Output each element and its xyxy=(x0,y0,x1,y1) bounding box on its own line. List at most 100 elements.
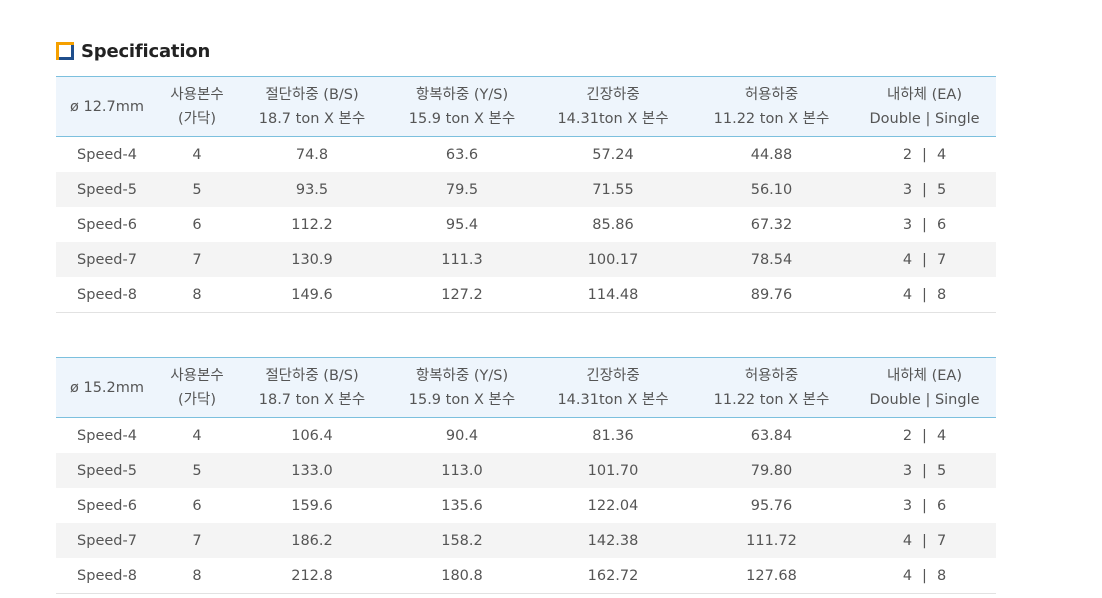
separator: | xyxy=(922,181,927,198)
table-row: Speed-6 6 159.6 135.6 122.04 95.76 3 | 6 xyxy=(56,488,996,523)
anchor-count-cell: 4 | 7 xyxy=(853,523,996,558)
allowable-load-cell: 79.80 xyxy=(750,462,793,479)
separator: | xyxy=(922,532,927,549)
allowable-load-cell: 56.10 xyxy=(750,181,793,198)
double-count: 3 xyxy=(902,462,913,479)
anchor-header: 내하체 (EA) Double | Single xyxy=(869,367,980,408)
diameter-header: ø 12.7mm xyxy=(69,98,144,115)
breaking-strength-cell: 159.6 xyxy=(291,497,333,514)
table-row: Speed-6 6 112.2 95.4 85.86 67.32 3 | 6 xyxy=(56,207,996,242)
section-title: Specification xyxy=(81,40,211,62)
tension-load-header: 긴장하중 14.31ton X 본수 xyxy=(557,86,669,127)
tension-load-cell: 85.86 xyxy=(592,216,634,233)
strand-count-cell: 8 xyxy=(192,286,202,303)
single-count: 7 xyxy=(936,532,947,549)
anchor-count-cell: 4 | 8 xyxy=(853,277,996,313)
allowable-load-cell: 44.88 xyxy=(750,146,793,163)
breaking-strength-cell: 74.8 xyxy=(295,146,329,163)
single-count: 4 xyxy=(936,427,947,444)
yield-strength-cell: 135.6 xyxy=(441,497,483,514)
anchor-count-cell: 2 | 4 xyxy=(853,418,996,454)
single-count: 5 xyxy=(936,181,947,198)
breaking-strength-cell: 93.5 xyxy=(295,181,329,198)
table-row: Speed-5 5 93.5 79.5 71.55 56.10 3 | 5 xyxy=(56,172,996,207)
breaking-strength-header: 절단하중 (B/S) 18.7 ton X 본수 xyxy=(258,86,366,127)
tension-load-header: 긴장하중 14.31ton X 본수 xyxy=(557,367,669,408)
allowable-load-cell: 78.54 xyxy=(750,251,793,268)
model-name-cell: Speed-6 xyxy=(77,216,137,233)
yield-strength-cell: 63.6 xyxy=(445,146,479,163)
double-count: 4 xyxy=(902,532,913,549)
allowable-load-cell: 89.76 xyxy=(750,286,793,303)
double-count: 2 xyxy=(902,146,913,163)
section-heading: Specification xyxy=(56,40,210,62)
tension-load-cell: 142.38 xyxy=(587,532,639,549)
table-header-row: ø 15.2mm 사용본수 (가닥) 절단하중 (B/S) 18.7 ton X 본… xyxy=(56,357,996,418)
yield-strength-cell: 90.4 xyxy=(445,427,479,444)
allowable-load-cell: 111.72 xyxy=(746,532,797,549)
single-count: 4 xyxy=(936,146,947,163)
double-count: 4 xyxy=(902,251,913,268)
strand-count-header: 사용본수 (가닥) xyxy=(170,367,224,408)
allowable-load-cell: 67.32 xyxy=(750,216,793,233)
allowable-load-header: 허용하중 11.22 ton X 본수 xyxy=(713,86,830,127)
separator: | xyxy=(922,427,927,444)
double-count: 3 xyxy=(902,181,913,198)
model-name-cell: Speed-4 xyxy=(77,427,137,444)
separator: | xyxy=(922,146,927,163)
spec-table-15-2mm: ø 15.2mm 사용본수 (가닥) 절단하중 (B/S) 18.7 ton X 본… xyxy=(56,357,996,594)
strand-count-cell: 4 xyxy=(192,146,202,163)
strand-count-cell: 6 xyxy=(192,216,202,233)
single-count: 8 xyxy=(936,286,947,303)
tension-load-cell: 57.24 xyxy=(592,146,634,163)
breaking-strength-cell: 133.0 xyxy=(291,462,333,479)
table-row: Speed-7 7 186.2 158.2 142.38 111.72 4 | 7 xyxy=(56,523,996,558)
separator: | xyxy=(922,286,927,303)
anchor-count-cell: 2 | 4 xyxy=(853,137,996,173)
anchor-count-cell: 3 | 6 xyxy=(853,207,996,242)
single-count: 6 xyxy=(936,216,947,233)
yield-strength-cell: 127.2 xyxy=(441,286,483,303)
model-name-cell: Speed-7 xyxy=(77,251,137,268)
tension-load-cell: 114.48 xyxy=(587,286,639,303)
separator: | xyxy=(922,216,927,233)
anchor-header: 내하체 (EA) Double | Single xyxy=(869,86,980,127)
strand-count-cell: 7 xyxy=(192,532,202,549)
table-row: Speed-8 8 212.8 180.8 162.72 127.68 4 | 8 xyxy=(56,558,996,594)
double-count: 3 xyxy=(902,497,913,514)
breaking-strength-cell: 186.2 xyxy=(291,532,333,549)
table-row: Speed-8 8 149.6 127.2 114.48 89.76 4 | 8 xyxy=(56,277,996,313)
tension-load-cell: 100.17 xyxy=(587,251,639,268)
model-name-cell: Speed-8 xyxy=(77,286,137,303)
single-count: 8 xyxy=(936,567,947,584)
model-name-cell: Speed-6 xyxy=(77,497,137,514)
strand-count-cell: 5 xyxy=(192,181,202,198)
allowable-load-cell: 127.68 xyxy=(746,567,797,584)
strand-count-cell: 7 xyxy=(192,251,202,268)
model-name-cell: Speed-4 xyxy=(77,146,137,163)
breaking-strength-cell: 112.2 xyxy=(291,216,333,233)
strand-count-cell: 4 xyxy=(192,427,202,444)
yield-strength-cell: 113.0 xyxy=(441,462,483,479)
breaking-strength-header: 절단하중 (B/S) 18.7 ton X 본수 xyxy=(258,367,366,408)
breaking-strength-cell: 149.6 xyxy=(291,286,333,303)
square-icon xyxy=(56,42,74,60)
spec-table-12-7mm: ø 12.7mm 사용본수 (가닥) 절단하중 (B/S) 18.7 ton X 본… xyxy=(56,76,996,313)
strand-count-cell: 5 xyxy=(192,462,202,479)
yield-strength-cell: 180.8 xyxy=(441,567,483,584)
yield-strength-cell: 111.3 xyxy=(441,251,483,268)
strand-count-cell: 8 xyxy=(192,567,202,584)
single-count: 6 xyxy=(936,497,947,514)
yield-strength-cell: 95.4 xyxy=(445,216,479,233)
strand-count-header: 사용본수 (가닥) xyxy=(170,86,224,127)
separator: | xyxy=(922,567,927,584)
table-row: Speed-5 5 133.0 113.0 101.70 79.80 3 | 5 xyxy=(56,453,996,488)
yield-strength-cell: 79.5 xyxy=(445,181,479,198)
tension-load-cell: 81.36 xyxy=(592,427,634,444)
double-count: 4 xyxy=(902,286,913,303)
double-count: 3 xyxy=(902,216,913,233)
breaking-strength-cell: 212.8 xyxy=(291,567,333,584)
table-row: Speed-4 4 106.4 90.4 81.36 63.84 2 | 4 xyxy=(56,418,996,454)
table-row: Speed-7 7 130.9 111.3 100.17 78.54 4 | 7 xyxy=(56,242,996,277)
anchor-count-cell: 3 | 6 xyxy=(853,488,996,523)
